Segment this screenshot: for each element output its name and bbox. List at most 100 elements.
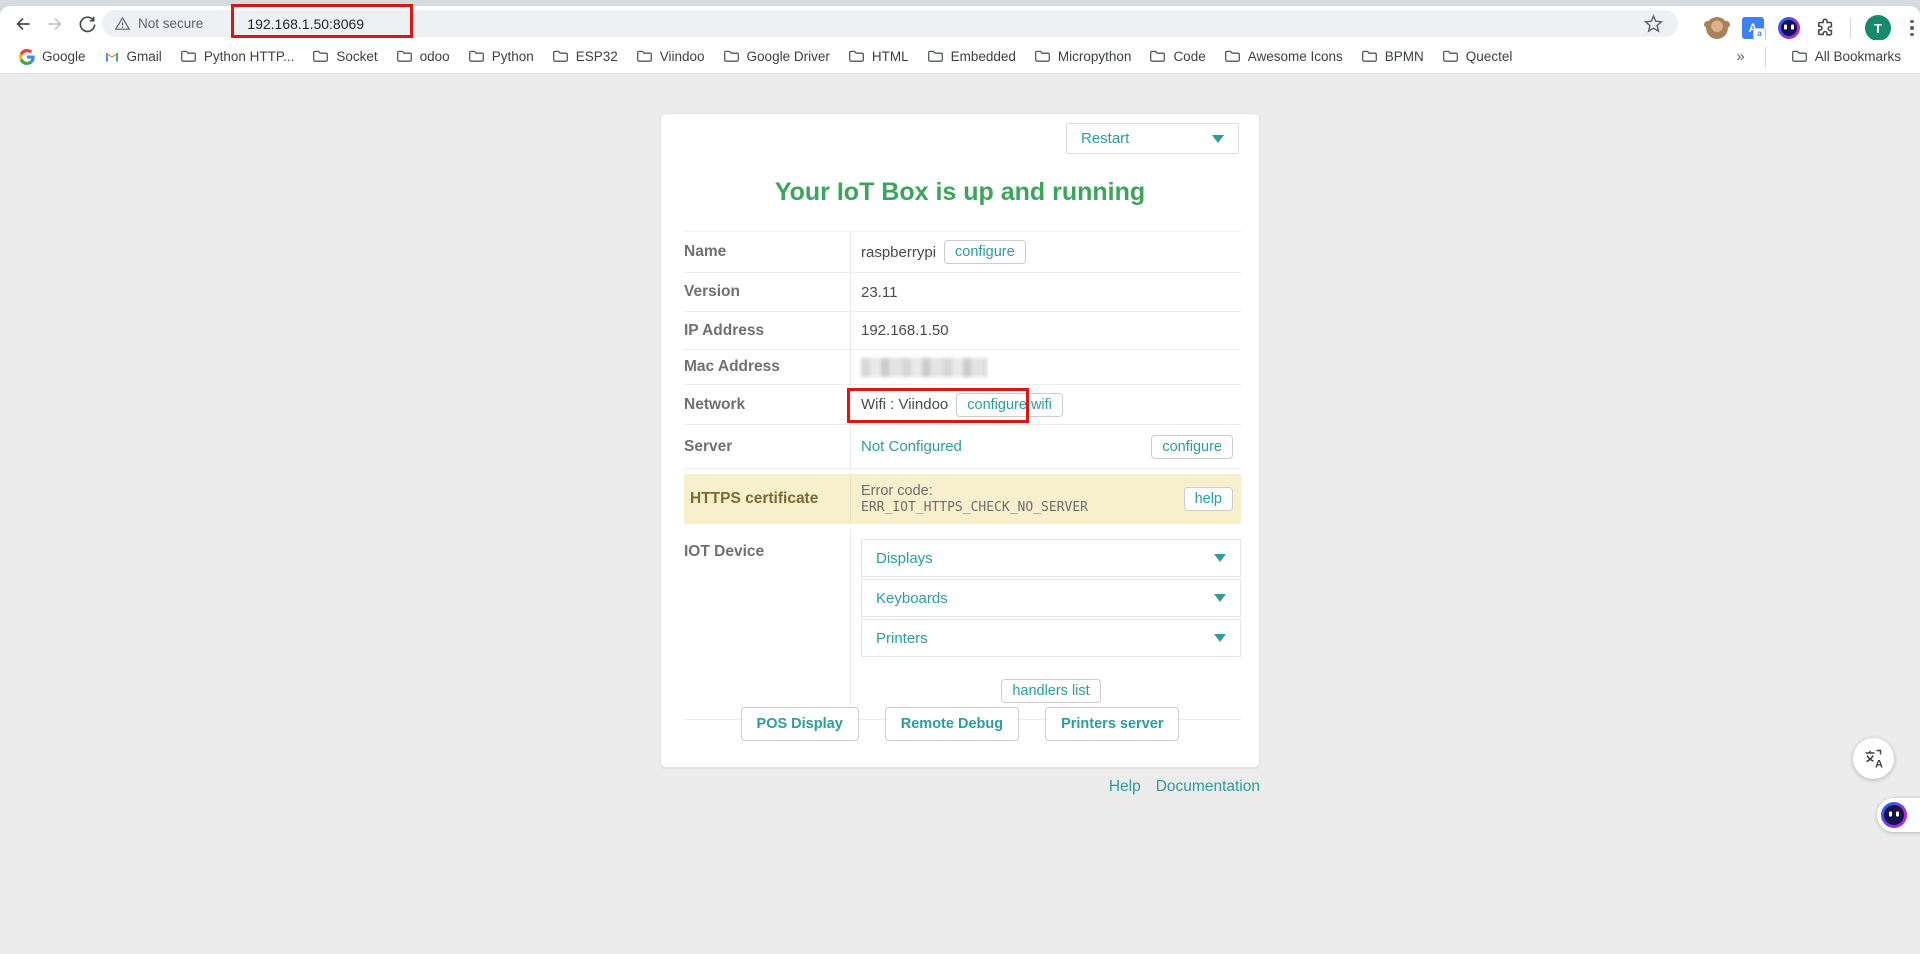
- configure-server-button[interactable]: configure: [1151, 435, 1233, 459]
- bookmark-label: Micropython: [1058, 49, 1132, 64]
- bookmark-label: Embedded: [951, 49, 1016, 64]
- keyboards-panel[interactable]: Keyboards: [861, 579, 1241, 617]
- bookmark-label: Socket: [336, 49, 377, 64]
- monica-ai-extension-icon[interactable]: [1778, 17, 1800, 39]
- table-row-mac: Mac Address: [684, 350, 1241, 385]
- network-value: Wifi : Viindoo: [861, 396, 948, 413]
- table-row-https-certificate: HTTPS certificate Error code: ERR_IOT_HT…: [684, 474, 1241, 524]
- row-label: Version: [684, 273, 850, 311]
- gmail-icon: [104, 49, 120, 65]
- pos-display-button[interactable]: POS Display: [741, 707, 859, 741]
- bookmark-star-icon[interactable]: [1643, 13, 1664, 34]
- bookmark-item[interactable]: Quectel: [1433, 44, 1522, 70]
- google-translate-extension-icon[interactable]: A: [1742, 17, 1764, 39]
- restart-dropdown[interactable]: Restart: [1066, 123, 1239, 154]
- folder-icon: [1442, 48, 1459, 65]
- bookmark-item[interactable]: Socket: [303, 44, 386, 70]
- folder-icon: [468, 48, 485, 65]
- not-secure-warning-icon: [114, 15, 131, 32]
- bookmark-item[interactable]: Google Driver: [714, 44, 839, 70]
- bookmark-label: Code: [1173, 49, 1205, 64]
- bookmark-item[interactable]: Code: [1140, 44, 1214, 70]
- bookmark-item[interactable]: Python: [459, 44, 543, 70]
- row-label: IOT Device: [684, 529, 850, 719]
- bookmark-label: Python HTTP...: [204, 49, 295, 64]
- table-row-iot-device: IOT Device Displays Keyboards Printers: [684, 529, 1241, 720]
- bookmarks-overflow-icon[interactable]: »: [1732, 48, 1748, 65]
- documentation-link[interactable]: Documentation: [1156, 778, 1260, 796]
- table-row-name: Name raspberrypi configure: [684, 232, 1241, 273]
- tampermonkey-extension-icon[interactable]: [1706, 17, 1728, 39]
- version-value: 23.11: [861, 284, 897, 301]
- table-row-network: Network Wifi : Viindoo configure wifi: [684, 385, 1241, 425]
- bookmark-item[interactable]: Awesome Icons: [1215, 44, 1352, 70]
- remote-debug-button[interactable]: Remote Debug: [885, 707, 1019, 741]
- url-text[interactable]: 192.168.1.50:8069: [247, 16, 364, 32]
- bookmark-item[interactable]: Google: [10, 44, 95, 70]
- folder-icon: [552, 48, 569, 65]
- bookmark-item[interactable]: HTML: [839, 44, 918, 70]
- bookmark-label: Viindoo: [660, 49, 705, 64]
- bookmark-item[interactable]: Embedded: [918, 44, 1025, 70]
- browser-menu-icon[interactable]: [1905, 17, 1919, 39]
- bookmark-item[interactable]: Gmail: [95, 44, 171, 70]
- forward-icon[interactable]: [44, 13, 66, 35]
- help-button[interactable]: help: [1184, 487, 1233, 511]
- configure-name-button[interactable]: configure: [944, 240, 1026, 264]
- monica-assistant-button[interactable]: [1877, 798, 1920, 832]
- printers-panel[interactable]: Printers: [861, 619, 1241, 657]
- folder-icon: [1361, 48, 1378, 65]
- mac-address-redacted: [861, 358, 987, 377]
- error-code-label: Error code:: [861, 483, 933, 500]
- bookmark-item[interactable]: Micropython: [1025, 44, 1141, 70]
- folder-icon: [723, 48, 740, 65]
- handlers-list-button[interactable]: handlers list: [1001, 679, 1100, 703]
- bookmark-label: Google: [42, 49, 86, 64]
- bookmarks-bar: Google Gmail Python HTTP... Socket odoo Pytho…: [0, 40, 1920, 74]
- table-row-server: Server Not Configured configure: [684, 425, 1241, 469]
- all-bookmarks-label: All Bookmarks: [1815, 49, 1901, 64]
- help-link[interactable]: Help: [1109, 778, 1141, 796]
- monica-ai-icon: [1881, 802, 1907, 828]
- folder-icon: [1034, 48, 1051, 65]
- folder-icon: [396, 48, 413, 65]
- address-bar[interactable]: Not secure 192.168.1.50:8069: [102, 10, 1678, 37]
- configure-wifi-button[interactable]: configure wifi: [956, 393, 1063, 417]
- svg-text:A: A: [1875, 758, 1883, 770]
- toolbar-divider: [1850, 18, 1851, 38]
- bookmark-label: Quectel: [1466, 49, 1513, 64]
- bookmark-item[interactable]: odoo: [387, 44, 459, 70]
- bookmark-item[interactable]: BPMN: [1352, 44, 1433, 70]
- row-label: IP Address: [684, 312, 850, 349]
- extensions-puzzle-icon[interactable]: [1814, 17, 1836, 39]
- folder-icon: [848, 48, 865, 65]
- all-bookmarks-button[interactable]: All Bookmarks: [1782, 44, 1910, 70]
- bookmark-item[interactable]: Python HTTP...: [171, 44, 304, 70]
- bookmark-label: Python: [492, 49, 534, 64]
- folder-icon: [180, 48, 197, 65]
- printers-server-button[interactable]: Printers server: [1045, 707, 1179, 741]
- row-label: HTTPS certificate: [684, 474, 850, 524]
- bookmark-label: Awesome Icons: [1248, 49, 1343, 64]
- chevron-down-icon: [1212, 135, 1224, 143]
- bookmark-label: ESP32: [576, 49, 618, 64]
- bookmark-label: Gmail: [127, 49, 162, 64]
- security-label: Not secure: [138, 16, 203, 31]
- profile-avatar[interactable]: T: [1865, 15, 1891, 41]
- footer-links: Help Documentation: [660, 778, 1260, 796]
- back-icon[interactable]: [12, 13, 34, 35]
- page-title: Your IoT Box is up and running: [661, 178, 1259, 207]
- row-label: Mac Address: [684, 350, 850, 384]
- row-label: Server: [684, 425, 850, 468]
- folder-icon: [1149, 48, 1166, 65]
- chevron-down-icon: [1214, 634, 1226, 642]
- reload-icon[interactable]: [76, 13, 98, 35]
- displays-panel[interactable]: Displays: [861, 539, 1241, 577]
- error-code-value: ERR_IOT_HTTPS_CHECK_NO_SERVER: [861, 500, 1088, 516]
- bookmark-item[interactable]: ESP32: [543, 44, 627, 70]
- translate-fab-button[interactable]: A: [1853, 738, 1894, 779]
- bookmark-item[interactable]: Viindoo: [627, 44, 714, 70]
- chevron-down-icon: [1214, 594, 1226, 602]
- table-row-ip: IP Address 192.168.1.50: [684, 312, 1241, 350]
- row-label: Name: [684, 232, 850, 272]
